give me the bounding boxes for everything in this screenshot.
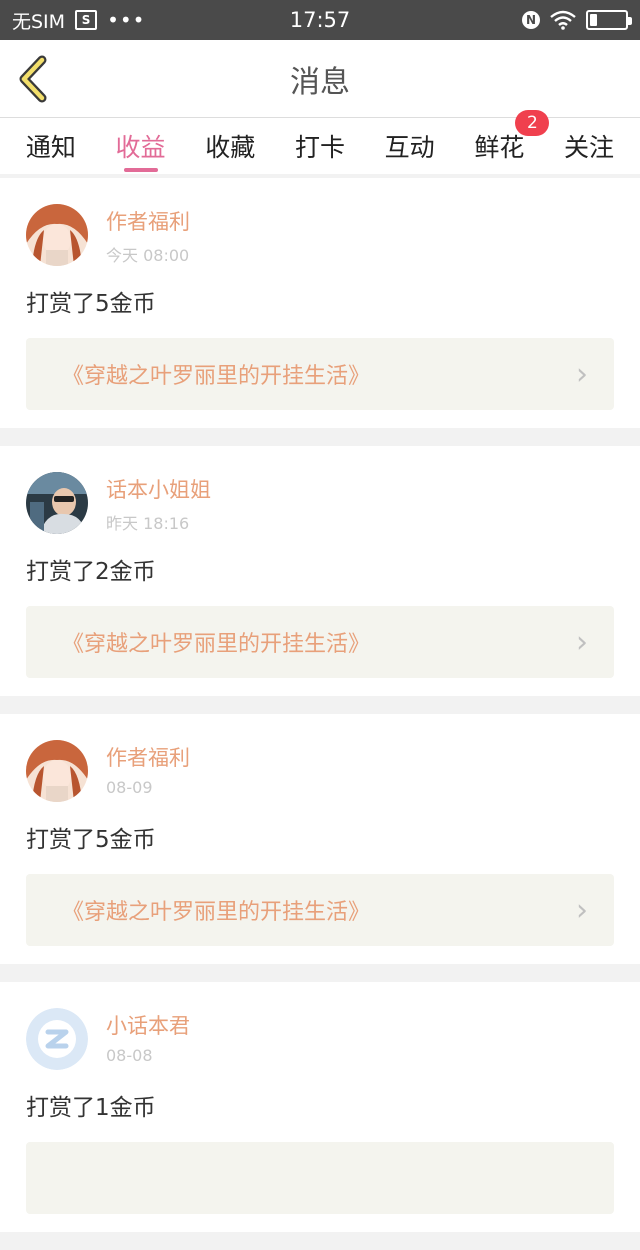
tab-interactions[interactable]: 互动 xyxy=(370,118,450,174)
carrier-text: 无SIM xyxy=(12,10,66,33)
message-text: 打赏了1金币 xyxy=(26,1095,156,1121)
tab-earnings[interactable]: 收益 xyxy=(101,118,181,174)
chevron-right-icon: › xyxy=(576,624,588,660)
tab-bar: 通知 收益 收藏 打卡 互动 鲜花 2 关注 xyxy=(0,110,640,174)
book-title: 《穿越之叶罗丽里的开挂生活》 xyxy=(62,364,371,389)
wifi-icon xyxy=(550,10,576,30)
tab-notifications[interactable]: 通知 xyxy=(11,118,91,174)
avatar[interactable] xyxy=(26,740,88,802)
message-card: 话本小姐姐 昨天 18:16 打赏了2金币 《穿越之叶罗丽里的开挂生活》 › xyxy=(0,446,640,696)
tab-checkin[interactable]: 打卡 xyxy=(280,118,360,174)
message-text: 打赏了5金币 xyxy=(26,827,156,853)
message-time: 08-08 xyxy=(106,1046,153,1065)
message-time: 今天 08:00 xyxy=(106,246,190,265)
message-list: 作者福利 今天 08:00 打赏了5金币 《穿越之叶罗丽里的开挂生活》 › 话本… xyxy=(0,178,640,1250)
tab-label: 通知 xyxy=(25,133,76,162)
tab-label: 打卡 xyxy=(294,133,345,162)
tab-label: 收益 xyxy=(115,133,166,162)
tab-label: 鲜花 xyxy=(474,133,525,162)
author-name[interactable]: 话本小姐姐 xyxy=(106,474,211,504)
page-title: 消息 xyxy=(290,64,350,100)
message-card: 小话本君 08-08 打赏了1金币 xyxy=(0,982,640,1232)
author-name[interactable]: 小话本君 xyxy=(106,1010,190,1040)
back-arrow-icon[interactable] xyxy=(14,54,54,104)
message-text: 打赏了2金币 xyxy=(26,559,156,585)
book-link[interactable]: 《穿越之叶罗丽里的开挂生活》 › xyxy=(26,874,614,946)
author-name[interactable]: 作者福利 xyxy=(106,206,190,236)
book-link[interactable]: 《穿越之叶罗丽里的开挂生活》 › xyxy=(26,338,614,410)
message-card: 作者福利 08-09 打赏了5金币 《穿越之叶罗丽里的开挂生活》 › xyxy=(0,714,640,964)
tab-flowers[interactable]: 鲜花 2 xyxy=(459,110,550,174)
chevron-right-icon: › xyxy=(576,356,588,392)
status-bar: 无SIM S ••• 17:57 N xyxy=(0,0,640,40)
tab-label: 关注 xyxy=(564,133,615,162)
avatar[interactable] xyxy=(26,472,88,534)
tab-favorites[interactable]: 收藏 xyxy=(190,118,270,174)
message-card: 作者福利 今天 08:00 打赏了5金币 《穿越之叶罗丽里的开挂生活》 › xyxy=(0,178,640,428)
signal-dots: ••• xyxy=(107,8,146,32)
tab-label: 互动 xyxy=(384,133,435,162)
nfc-icon: N xyxy=(522,11,540,29)
avatar[interactable] xyxy=(26,1008,88,1070)
message-time: 昨天 18:16 xyxy=(106,514,190,533)
author-name[interactable]: 作者福利 xyxy=(106,742,190,772)
message-time: 08-09 xyxy=(106,778,153,797)
book-link[interactable] xyxy=(26,1142,614,1214)
sim-card-icon: S xyxy=(75,10,98,30)
avatar[interactable] xyxy=(26,204,88,266)
message-text: 打赏了5金币 xyxy=(26,291,156,317)
book-title: 《穿越之叶罗丽里的开挂生活》 xyxy=(62,632,371,657)
tab-label: 收藏 xyxy=(205,133,256,162)
chevron-right-icon: › xyxy=(576,892,588,928)
tab-following[interactable]: 关注 xyxy=(549,118,629,174)
nav-bar: 消息 xyxy=(0,40,640,118)
unread-badge: 2 xyxy=(515,110,550,136)
book-title: 《穿越之叶罗丽里的开挂生活》 xyxy=(62,900,371,925)
battery-icon xyxy=(586,10,632,30)
book-link[interactable]: 《穿越之叶罗丽里的开挂生活》 › xyxy=(26,606,614,678)
